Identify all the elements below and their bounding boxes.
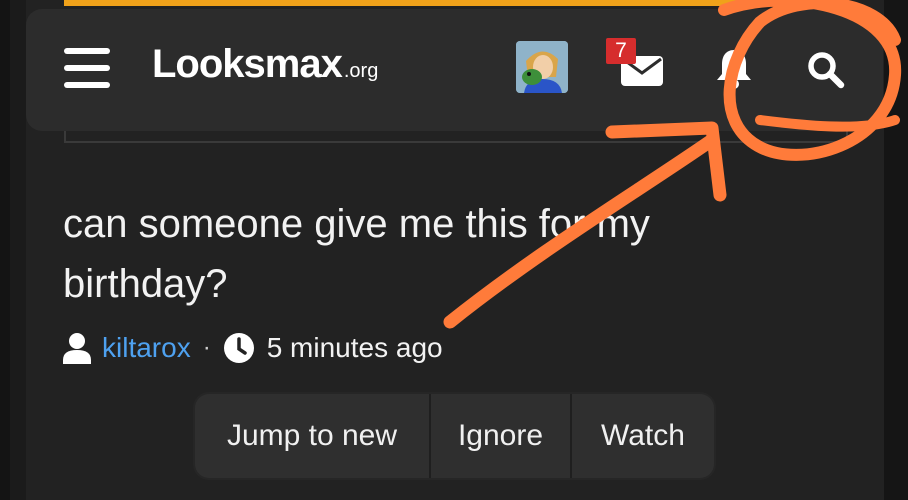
ignore-button[interactable]: Ignore [431, 394, 570, 478]
inbox-button[interactable]: 7 [606, 38, 666, 86]
meta-separator: · [202, 334, 211, 361]
avatar[interactable] [516, 41, 568, 93]
thread-meta: kiltarox · 5 minutes ago [62, 328, 443, 368]
watch-button[interactable]: Watch [572, 394, 714, 478]
thread-actions: Jump to new Ignore Watch [195, 394, 714, 478]
author-link[interactable]: kiltarox [102, 332, 191, 364]
logo-text: Looksmax [152, 42, 343, 86]
screen-edge-right [884, 0, 908, 500]
screen-edge-left [0, 0, 10, 500]
menu-icon[interactable] [64, 48, 110, 88]
clock-icon [223, 333, 254, 363]
search-icon[interactable] [806, 50, 846, 90]
inbox-badge: 7 [606, 38, 636, 64]
user-icon [63, 333, 91, 364]
logo-tld: .org [343, 60, 379, 82]
site-logo[interactable]: Looksmax .org [152, 42, 378, 92]
header-ledge [64, 131, 848, 143]
thread-title: can someone give me this for my birthday… [63, 202, 650, 306]
accent-strip [64, 0, 748, 6]
jump-to-new-button[interactable]: Jump to new [195, 394, 429, 478]
bell-icon[interactable] [712, 46, 756, 90]
post-time: 5 minutes ago [266, 332, 443, 363]
